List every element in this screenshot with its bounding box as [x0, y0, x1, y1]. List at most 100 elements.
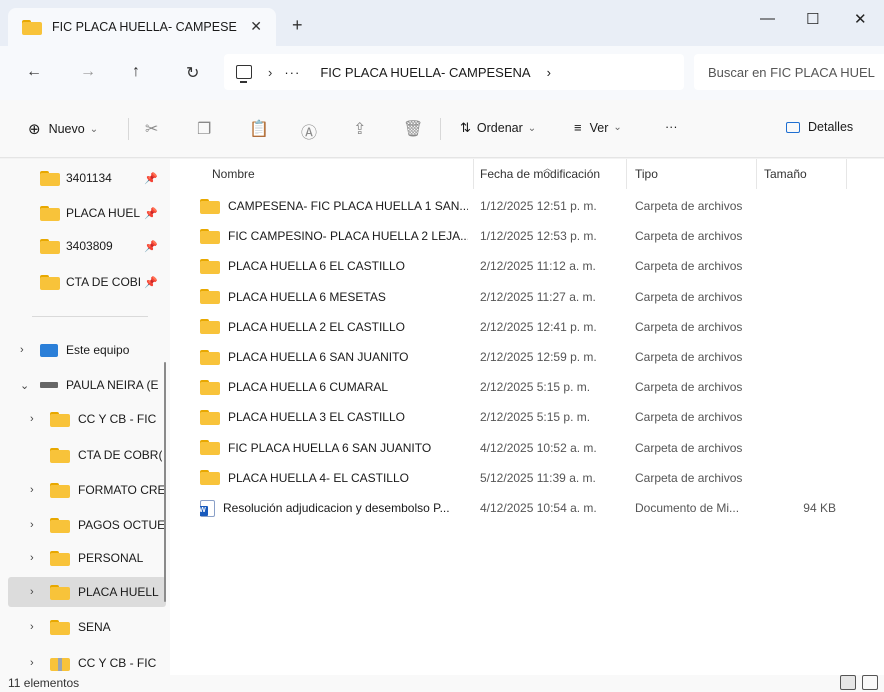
toolbar-divider	[128, 118, 129, 140]
file-row[interactable]: Resolución adjudicacion y desembolso P..…	[190, 493, 850, 523]
file-name-cell: PLACA HUELLA 6 MESETAS	[200, 289, 468, 305]
sidebar-tree-item[interactable]: › CC Y CB - FIC	[8, 404, 166, 434]
maximize-icon[interactable]: ☐	[806, 10, 819, 28]
breadcrumb-current-folder[interactable]: FIC PLACA HUELLA- CAMPESENA	[320, 65, 530, 80]
folder-icon	[200, 258, 220, 274]
tab-close-icon[interactable]: ✕	[250, 18, 262, 35]
file-name: PLACA HUELLA 6 CUMARAL	[228, 380, 389, 395]
view-lines-icon: ≡	[574, 120, 582, 135]
file-row[interactable]: FIC CAMPESINO- PLACA HUELLA 2 LEJA... 1/1…	[190, 221, 850, 251]
folder-icon	[40, 274, 60, 290]
column-header-type[interactable]: Tipo	[635, 159, 658, 189]
file-row[interactable]: PLACA HUELLA 6 MESETAS 2/12/2025 11:27 a.…	[190, 282, 850, 312]
sidebar-tree-item-selected[interactable]: › PLACA HUELL	[8, 577, 166, 607]
view-button-label: Ver	[589, 120, 609, 135]
file-row[interactable]: PLACA HUELLA 2 EL CASTILLO 2/12/2025 12:4…	[190, 312, 850, 342]
cut-icon[interactable]: ✂	[145, 119, 158, 139]
search-input[interactable]: Buscar en FIC PLACA HUEL	[694, 54, 884, 90]
file-date: 1/12/2025 12:51 p. m.	[480, 199, 597, 213]
sidebar-tree-item[interactable]: › SENA	[8, 612, 166, 642]
sidebar-tree-item[interactable]: › CC Y CB - FIC	[8, 648, 166, 675]
forward-icon[interactable]: →	[80, 63, 96, 81]
file-row[interactable]: PLACA HUELLA 6 CUMARAL 2/12/2025 5:15 p. …	[190, 372, 850, 402]
column-divider[interactable]	[756, 159, 757, 189]
paste-icon[interactable]: 📋	[249, 119, 269, 139]
back-icon[interactable]: ←	[26, 63, 42, 81]
file-date: 2/12/2025 5:15 p. m.	[480, 380, 591, 395]
file-type: Documento de Mi...	[635, 501, 740, 515]
view-button[interactable]: ≡ Ver ⌄	[574, 120, 622, 135]
file-size: 94 KB	[803, 501, 836, 515]
up-icon[interactable]: ↑	[132, 63, 140, 81]
details-pane-icon	[786, 121, 800, 133]
file-date: 4/12/2025 10:52 a. m.	[480, 440, 597, 455]
sidebar-pinned-item[interactable]: PLACA HUEL 📌	[8, 198, 166, 228]
column-divider[interactable]	[473, 159, 474, 189]
chevron-right-icon[interactable]: ›	[30, 519, 34, 531]
file-name-cell: FIC CAMPESINO- PLACA HUELLA 2 LEJA...	[200, 228, 468, 244]
chevron-right-icon[interactable]: ›	[20, 344, 24, 356]
column-divider[interactable]	[846, 159, 847, 189]
file-name-cell: Resolución adjudicacion y desembolso P..…	[200, 499, 468, 517]
new-tab-icon[interactable]: +	[292, 16, 303, 34]
sort-button[interactable]: ⇅ Ordenar ⌄	[460, 120, 536, 136]
column-header-size[interactable]: Tamaño	[764, 159, 807, 189]
toolbar-divider	[440, 118, 441, 140]
chevron-right-icon[interactable]: ›	[30, 552, 34, 564]
sidebar-divider	[32, 316, 148, 317]
column-divider[interactable]	[626, 159, 627, 189]
close-window-icon[interactable]: ✕	[854, 10, 867, 28]
new-button[interactable]: ⊕ Nuevo ⌄	[28, 120, 98, 138]
tab-title: FIC PLACA HUELLA- CAMPESE	[52, 20, 237, 34]
chevron-down-icon[interactable]: ⌄	[20, 379, 29, 392]
large-icons-view-icon[interactable]	[862, 675, 878, 690]
file-row[interactable]: PLACA HUELLA 6 SAN JUANITO 2/12/2025 12:5…	[190, 342, 850, 372]
file-name-cell: PLACA HUELLA 2 EL CASTILLO	[200, 319, 468, 335]
file-row[interactable]: PLACA HUELLA 3 EL CASTILLO 2/12/2025 5:15…	[190, 402, 850, 432]
file-row[interactable]: PLACA HUELLA 4- EL CASTILLO 5/12/2025 11:…	[190, 463, 850, 493]
file-name-cell: CAMPESENA- FIC PLACA HUELLA 1 SAN...	[200, 198, 468, 214]
sidebar-scrollbar[interactable]	[164, 362, 166, 602]
chevron-right-icon[interactable]: ›	[30, 484, 34, 496]
sort-icon: ⇅	[460, 120, 471, 135]
minimize-icon[interactable]: —	[760, 10, 775, 27]
address-input[interactable]: › ··· FIC PLACA HUELLA- CAMPESENA ›	[224, 54, 684, 90]
copy-icon[interactable]: ❐	[197, 119, 211, 139]
chevron-right-icon[interactable]: ›	[30, 657, 34, 669]
file-name: PLACA HUELLA 6 MESETAS	[228, 289, 386, 304]
file-row[interactable]: CAMPESENA- FIC PLACA HUELLA 1 SAN... 1/12…	[190, 191, 850, 221]
sidebar-tree-item[interactable]: › PERSONAL	[8, 543, 166, 573]
details-view-icon[interactable]	[840, 675, 856, 690]
sidebar-tree-item[interactable]: CTA DE COBR(	[8, 440, 166, 470]
sidebar-pinned-item[interactable]: 3401134 📌	[8, 163, 166, 193]
chevron-right-icon[interactable]: ›	[30, 621, 34, 633]
file-type: Carpeta de archivos	[635, 229, 743, 244]
folder-icon	[22, 19, 42, 35]
share-icon[interactable]: ⇪	[353, 119, 366, 139]
breadcrumb-separator: ›	[268, 64, 273, 80]
sidebar-item-drive[interactable]: ⌄ PAULA NEIRA (E	[8, 370, 166, 400]
details-button[interactable]: Detalles	[786, 120, 853, 134]
file-row[interactable]: FIC PLACA HUELLA 6 SAN JUANITO 4/12/2025 …	[190, 433, 850, 463]
sidebar-tree-item[interactable]: › PAGOS OCTUE	[8, 510, 166, 540]
chevron-right-icon[interactable]: ›	[30, 586, 34, 598]
sidebar-item-this-pc[interactable]: › Este equipo	[8, 335, 166, 365]
chevron-right-icon[interactable]: ›	[30, 413, 34, 425]
sidebar-pinned-item[interactable]: 3403809 📌	[8, 231, 166, 261]
more-options-button[interactable]: ···	[665, 120, 678, 134]
column-header-name[interactable]: Nombre	[212, 159, 255, 189]
tab-current-folder[interactable]: FIC PLACA HUELLA- CAMPESE ✕	[8, 8, 276, 46]
refresh-icon[interactable]: ↻	[186, 63, 199, 83]
sidebar-tree-item[interactable]: › FORMATO CRE	[8, 475, 166, 505]
column-header-date[interactable]: Fecha de modificación	[480, 159, 600, 189]
sort-button-label: Ordenar	[476, 121, 523, 135]
file-row[interactable]: PLACA HUELLA 6 EL CASTILLO 2/12/2025 11:1…	[190, 251, 850, 281]
breadcrumb-chevron-icon[interactable]: ›	[547, 65, 551, 80]
breadcrumb-more-button[interactable]: ···	[284, 65, 300, 80]
rename-icon[interactable]: Ⓐ	[301, 119, 317, 143]
file-date: 2/12/2025 12:41 p. m.	[480, 319, 597, 334]
file-type: Carpeta de archivos	[635, 319, 743, 334]
delete-icon[interactable]: 🗑	[403, 119, 423, 139]
file-name-cell: PLACA HUELLA 6 EL CASTILLO	[200, 258, 468, 274]
sidebar-pinned-item[interactable]: CTA DE COBI 📌	[8, 267, 166, 297]
